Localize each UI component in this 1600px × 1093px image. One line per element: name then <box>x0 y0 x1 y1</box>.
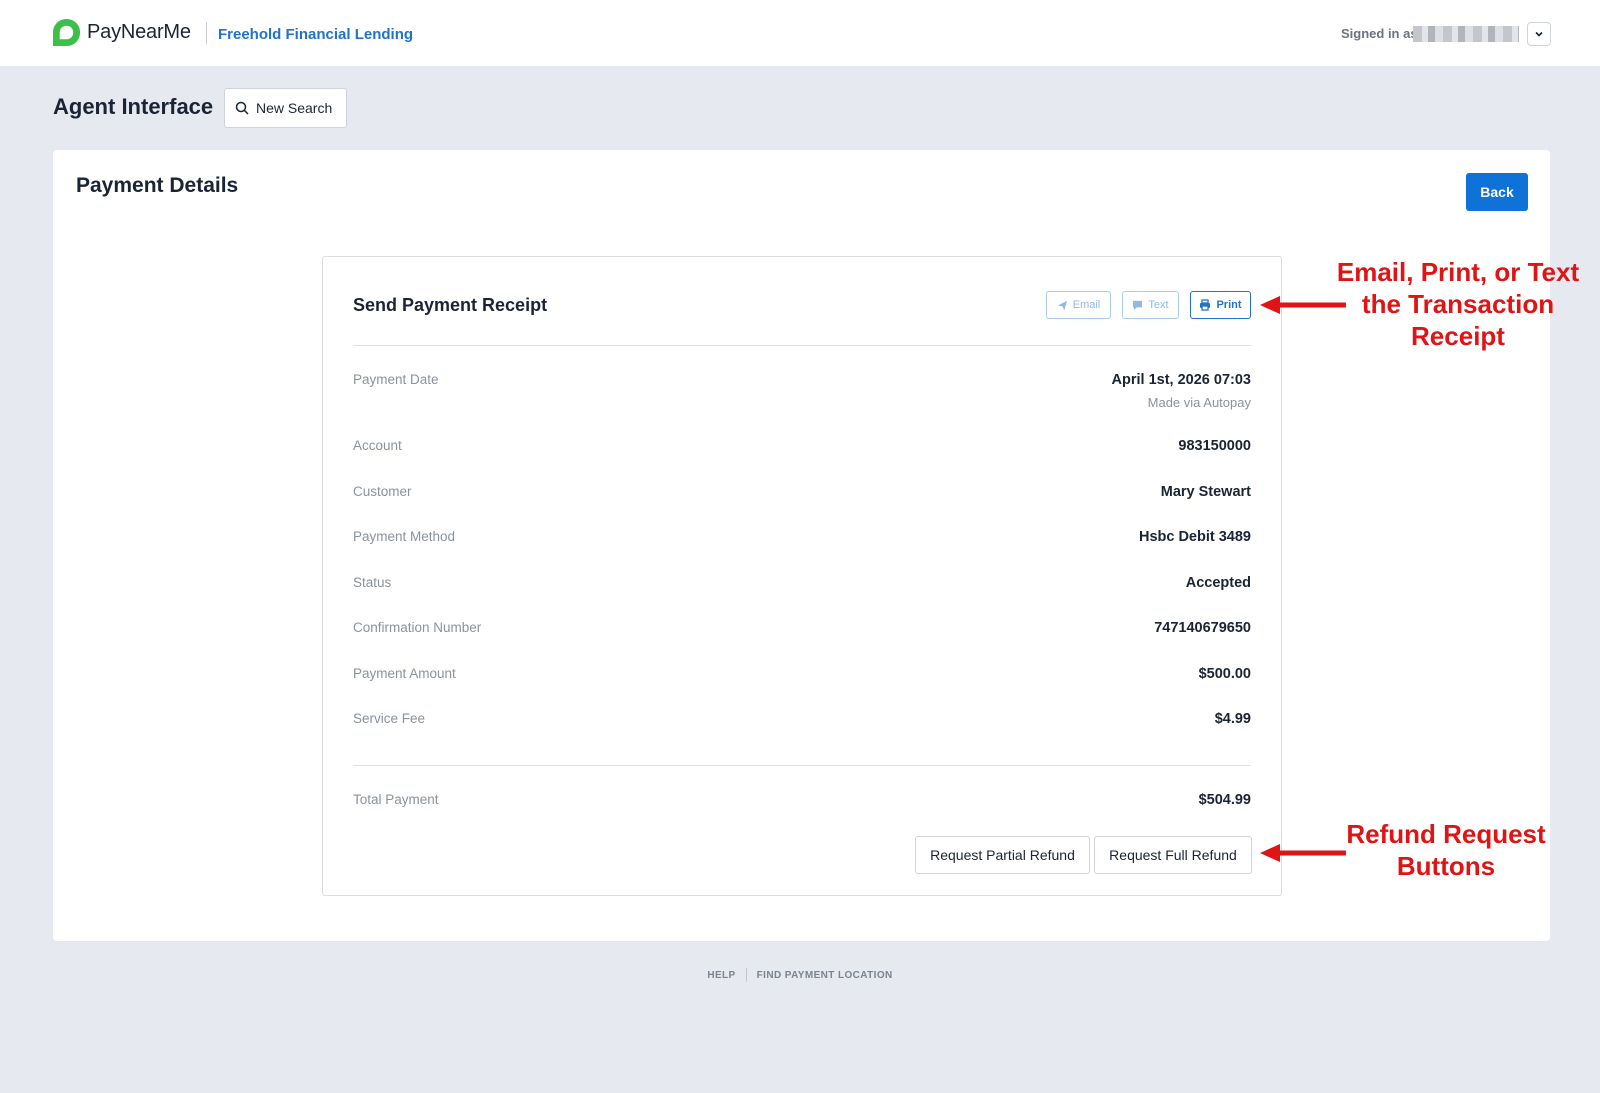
customer-label: Customer <box>353 484 412 499</box>
confirmation-number-label: Confirmation Number <box>353 620 482 635</box>
find-payment-location-link[interactable]: FIND PAYMENT LOCATION <box>757 970 893 981</box>
annotation-receipt-actions: Email, Print, or Text the Transaction Re… <box>1336 257 1580 351</box>
total-payment-value: $504.99 <box>1198 792 1251 808</box>
message-icon <box>1133 300 1143 310</box>
payment-method-label: Payment Method <box>353 529 456 544</box>
print-receipt-button[interactable]: Print <box>1190 291 1251 319</box>
service-fee-value: $4.99 <box>1214 711 1251 727</box>
chevron-down-icon <box>1535 31 1543 37</box>
email-receipt-button[interactable]: Email <box>1046 291 1111 319</box>
request-full-refund-button[interactable]: Request Full Refund <box>1094 836 1252 874</box>
payment-date-value: April 1st, 2026 07:03 <box>1111 372 1251 388</box>
annotation-refund-buttons: Refund Request Buttons <box>1346 819 1546 881</box>
payment-amount-value: $500.00 <box>1198 666 1251 682</box>
account-label: Account <box>353 438 402 453</box>
print-label: Print <box>1216 299 1242 311</box>
new-search-label: New Search <box>256 100 333 116</box>
paynearme-logo-icon <box>52 18 81 47</box>
printer-icon <box>1200 299 1211 311</box>
send-icon <box>1057 300 1067 310</box>
top-bar: PayNearMe Freehold Financial Lending Sig… <box>0 0 1600 66</box>
confirmation-number-value: 747140679650 <box>1154 620 1251 636</box>
footer-divider <box>745 968 747 982</box>
email-label: Email <box>1072 299 1101 311</box>
payment-method-value: Hsbc Debit 3489 <box>1138 529 1251 545</box>
signed-in-label: Signed in as <box>1341 26 1418 41</box>
total-payment-label: Total Payment <box>353 792 439 807</box>
total-divider <box>353 765 1251 766</box>
status-value: Accepted <box>1185 575 1251 591</box>
receipt-header-divider <box>353 345 1251 346</box>
new-search-button[interactable]: New Search <box>224 88 347 128</box>
account-value: 983150000 <box>1178 438 1251 454</box>
search-icon <box>235 101 249 115</box>
back-button[interactable]: Back <box>1466 173 1528 211</box>
text-label: Text <box>1148 299 1169 311</box>
status-label: Status <box>353 575 392 590</box>
payment-date-label: Payment Date <box>353 372 439 387</box>
brand-name: PayNearMe <box>87 21 191 43</box>
payment-amount-label: Payment Amount <box>353 666 456 681</box>
receipt-card <box>322 256 1282 896</box>
header-divider <box>206 22 207 44</box>
text-receipt-button[interactable]: Text <box>1122 291 1179 319</box>
customer-value: Mary Stewart <box>1160 484 1251 500</box>
request-partial-refund-button[interactable]: Request Partial Refund <box>915 836 1090 874</box>
brand-logo[interactable]: PayNearMe <box>52 18 191 47</box>
redacted-user-name <box>1413 26 1519 42</box>
user-menu-button[interactable] <box>1527 22 1551 46</box>
panel-title: Payment Details <box>76 174 239 197</box>
help-link[interactable]: HELP <box>707 970 735 981</box>
annotation-arrow-refund <box>1260 844 1346 862</box>
payment-source-note: Made via Autopay <box>1147 395 1251 410</box>
footer-links: HELP FIND PAYMENT LOCATION <box>0 968 1600 982</box>
organization-name: Freehold Financial Lending <box>218 26 414 43</box>
page-title: Agent Interface <box>53 94 214 119</box>
service-fee-label: Service Fee <box>353 711 426 726</box>
receipt-title: Send Payment Receipt <box>353 295 548 315</box>
